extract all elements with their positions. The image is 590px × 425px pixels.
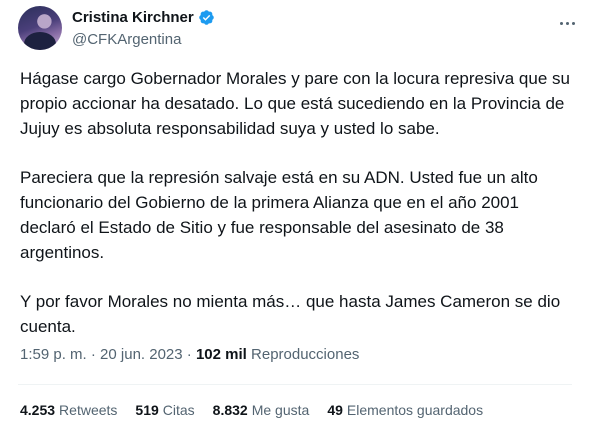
more-options-icon[interactable]: [558, 12, 578, 28]
author-handle[interactable]: @CFKArgentina: [72, 31, 181, 48]
retweets-label: Retweets: [59, 402, 118, 418]
verified-badge-icon: [198, 10, 214, 25]
engagement-stats: 4.253 Retweets 519 Citas 8.832 Me gusta 49 E…: [20, 402, 501, 418]
likes-stat[interactable]: 8.832 Me gusta: [213, 402, 310, 418]
tweet-paragraph: Hágase cargo Gobernador Morales y pare c…: [20, 69, 570, 138]
tweet-date[interactable]: 20 jun. 2023: [100, 346, 183, 363]
likes-label: Me gusta: [251, 402, 310, 418]
tweet-paragraph: Pareciera que la represión salvaje está …: [20, 168, 538, 262]
author-name-row[interactable]: Cristina Kirchner: [72, 9, 215, 26]
tweet-paragraph: Y por favor Morales no mienta más… que h…: [20, 292, 561, 336]
views-count: 102 mil: [195, 346, 247, 363]
likes-count: 8.832: [212, 402, 248, 418]
avatar[interactable]: [18, 6, 62, 50]
views-label: Reproducciones: [251, 346, 360, 363]
bookmarks-stat[interactable]: 49 Elementos guardados: [327, 402, 483, 418]
retweets-stat[interactable]: 4.253 Retweets: [20, 402, 117, 418]
retweets-count: 4.253: [20, 402, 56, 418]
bookmarks-label: Elementos guardados: [346, 402, 484, 418]
tweet-time[interactable]: 1:59 p. m.: [20, 346, 87, 363]
bookmarks-count: 49: [327, 402, 343, 418]
tweet-text: Hágase cargo Gobernador Morales y pare c…: [20, 66, 576, 363]
meta-separator: ·: [90, 346, 96, 363]
divider: [18, 384, 572, 385]
quotes-label: Citas: [162, 402, 195, 418]
tweet-meta: 1:59 p. m. · 20 jun. 2023 · 102 mil Repr…: [20, 346, 359, 363]
quotes-count: 519: [135, 402, 159, 418]
author-name[interactable]: Cristina Kirchner: [72, 9, 194, 26]
meta-separator: ·: [186, 346, 192, 363]
quotes-stat[interactable]: 519 Citas: [135, 402, 194, 418]
